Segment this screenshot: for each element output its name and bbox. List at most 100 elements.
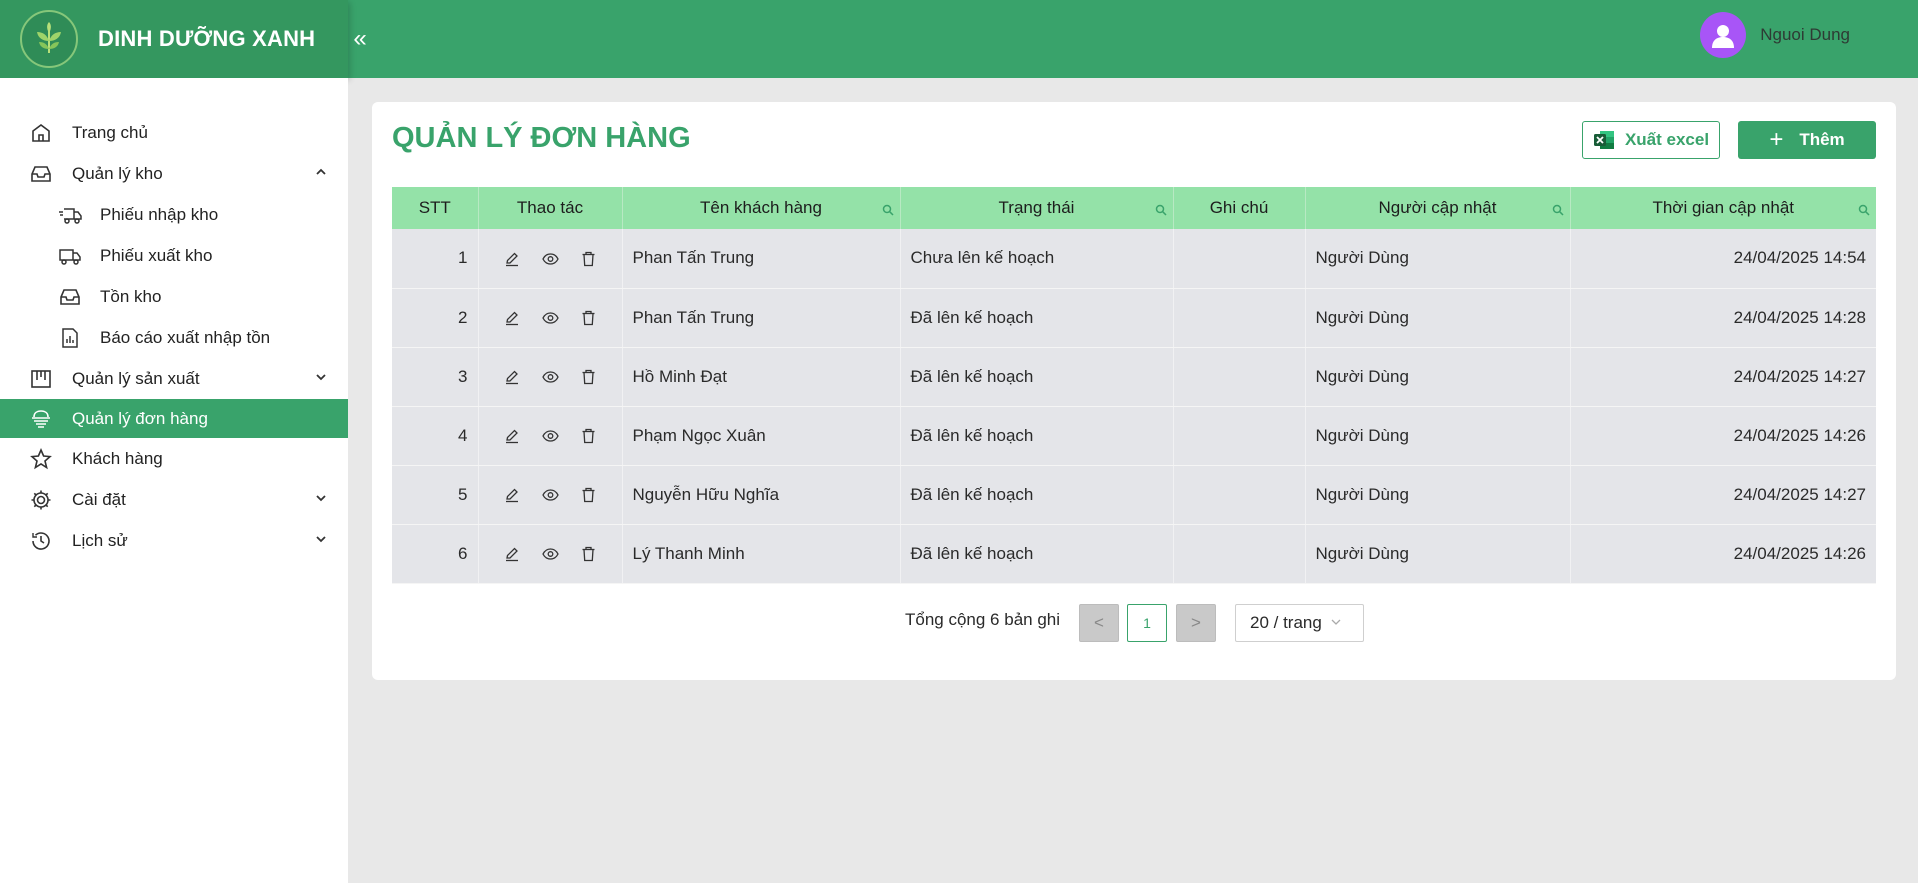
cell-actions	[478, 524, 623, 584]
sidebar-item-label: Tồn kho	[100, 286, 162, 306]
cell-customer: Nguyễn Hữu Nghĩa	[622, 465, 901, 525]
sidebar-item-label: Cài đặt	[72, 489, 126, 509]
cell-updated-by: Người Dùng	[1305, 524, 1571, 584]
eye-icon[interactable]	[531, 251, 569, 267]
page-title: QUẢN LÝ ĐƠN HÀNG	[392, 122, 691, 154]
trash-icon[interactable]	[569, 487, 607, 503]
truck-in-icon	[58, 203, 82, 227]
cell-updated-by: Người Dùng	[1305, 229, 1571, 289]
cell-stt: 1	[392, 229, 479, 289]
brand-name: DINH DƯỠNG XANH	[98, 26, 316, 51]
cell-customer: Phạm Ngọc Xuân	[622, 406, 901, 466]
chevron-left-icon: <	[1094, 613, 1104, 632]
cell-customer: Lý Thanh Minh	[622, 524, 901, 584]
trash-icon[interactable]	[569, 546, 607, 562]
brand-block[interactable]: DINH DƯỠNG XANH	[0, 0, 348, 78]
page-size-select[interactable]: 20 / trang	[1235, 604, 1364, 642]
table-row[interactable]: 4 Phạm Ngọc Xuân Đã lên kế hoạch Người Dùng…	[392, 406, 1876, 466]
sidebar-item-customers[interactable]: Khách hàng	[0, 438, 348, 479]
collapse-sidebar-icon[interactable]: «	[350, 0, 370, 78]
table-row[interactable]: 3 Hồ Minh Đạt Đã lên kế hoạch Người Dùng 24/…	[392, 347, 1876, 407]
sidebar-item-production[interactable]: Quản lý sản xuất	[0, 358, 348, 399]
cell-updated-by: Người Dùng	[1305, 406, 1571, 466]
search-icon[interactable]	[1858, 201, 1870, 221]
add-button[interactable]: + Thêm	[1738, 121, 1876, 159]
sidebar-item-settings[interactable]: Cài đặt	[0, 479, 348, 520]
chevron-up-icon	[314, 164, 328, 184]
inbox-icon	[58, 285, 82, 309]
trash-icon[interactable]	[569, 369, 607, 385]
export-excel-button[interactable]: Xuất excel	[1582, 121, 1720, 159]
orders-card: QUẢN LÝ ĐƠN HÀNG Xuất excel + Thêm STT T…	[372, 102, 1896, 680]
sidebar-item-home[interactable]: Trang chủ	[0, 112, 348, 153]
plus-icon: +	[1769, 126, 1784, 153]
col-header-updated-at: Thời gian cập nhật	[1570, 187, 1876, 229]
sidebar-item-label: Quản lý đơn hàng	[72, 408, 208, 428]
next-page-button[interactable]: >	[1176, 604, 1216, 642]
cell-note	[1173, 347, 1306, 407]
user-name: Nguoi Dung	[1760, 25, 1850, 44]
eye-icon[interactable]	[531, 369, 569, 385]
sidebar-item-label: Phiếu nhập kho	[100, 204, 219, 224]
table-row[interactable]: 1 Phan Tấn Trung Chưa lên kế hoạch Người Dù…	[392, 229, 1876, 289]
order-icon	[29, 407, 53, 431]
cell-updated-at: 24/04/2025 14:26	[1570, 406, 1876, 466]
sidebar-item-orders[interactable]: Quản lý đơn hàng	[0, 399, 348, 438]
eye-icon[interactable]	[531, 310, 569, 326]
edit-icon[interactable]	[493, 546, 531, 562]
cell-stt: 3	[392, 347, 479, 407]
chevron-right-icon: >	[1191, 613, 1201, 632]
sidebar-item-label: Quản lý kho	[72, 163, 163, 183]
col-header-actions: Thao tác	[478, 187, 623, 229]
table-row[interactable]: 6 Lý Thanh Minh Đã lên kế hoạch Người Dùng 2…	[392, 524, 1876, 584]
cell-status: Đã lên kế hoạch	[900, 347, 1174, 407]
cell-customer: Hồ Minh Đạt	[622, 347, 901, 407]
edit-icon[interactable]	[493, 251, 531, 267]
eye-icon[interactable]	[531, 546, 569, 562]
cell-stt: 4	[392, 406, 479, 466]
sidebar-item-label: Lịch sử	[72, 530, 128, 550]
cell-note	[1173, 465, 1306, 525]
cell-status: Đã lên kế hoạch	[900, 524, 1174, 584]
page-number-button[interactable]: 1	[1127, 604, 1167, 642]
sidebar-subitem-import[interactable]: Phiếu nhập kho	[0, 194, 348, 235]
edit-icon[interactable]	[493, 487, 531, 503]
edit-icon[interactable]	[493, 310, 531, 326]
sidebar-subitem-stock[interactable]: Tồn kho	[0, 276, 348, 317]
sidebar-item-history[interactable]: Lịch sử	[0, 520, 348, 561]
table-row[interactable]: 5 Nguyễn Hữu Nghĩa Đã lên kế hoạch Người Dù…	[392, 465, 1876, 525]
sidebar-item-label: Khách hàng	[72, 448, 163, 468]
col-header-status: Trạng thái	[900, 187, 1174, 229]
search-icon[interactable]	[1552, 201, 1564, 221]
sidebar-subitem-export[interactable]: Phiếu xuất kho	[0, 235, 348, 276]
excel-icon	[1593, 129, 1615, 151]
cell-stt: 5	[392, 465, 479, 525]
cell-stt: 2	[392, 288, 479, 348]
top-header: DINH DƯỠNG XANH « Nguoi Dung	[0, 0, 1918, 78]
table-row[interactable]: 2 Phan Tấn Trung Đã lên kế hoạch Người Dùng…	[392, 288, 1876, 348]
cell-actions	[478, 229, 623, 289]
eye-icon[interactable]	[531, 487, 569, 503]
user-menu[interactable]: Nguoi Dung	[1700, 12, 1850, 58]
prev-page-button[interactable]: <	[1079, 604, 1119, 642]
sidebar-item-warehouse[interactable]: Quản lý kho	[0, 153, 348, 194]
trash-icon[interactable]	[569, 251, 607, 267]
cell-note	[1173, 229, 1306, 289]
report-icon	[58, 326, 82, 350]
trash-icon[interactable]	[569, 428, 607, 444]
cell-updated-by: Người Dùng	[1305, 347, 1571, 407]
search-icon[interactable]	[1155, 201, 1167, 221]
leaf-logo-icon	[20, 10, 78, 68]
cell-status: Đã lên kế hoạch	[900, 288, 1174, 348]
cell-actions	[478, 465, 623, 525]
col-header-updated-by: Người cập nhật	[1305, 187, 1571, 229]
edit-icon[interactable]	[493, 369, 531, 385]
inbox-icon	[29, 162, 53, 186]
trash-icon[interactable]	[569, 310, 607, 326]
export-excel-label: Xuất excel	[1624, 130, 1710, 149]
edit-icon[interactable]	[493, 428, 531, 444]
eye-icon[interactable]	[531, 428, 569, 444]
search-icon[interactable]	[882, 201, 894, 221]
sidebar-subitem-report[interactable]: Báo cáo xuất nhập tồn	[0, 317, 348, 358]
cell-updated-at: 24/04/2025 14:54	[1570, 229, 1876, 289]
